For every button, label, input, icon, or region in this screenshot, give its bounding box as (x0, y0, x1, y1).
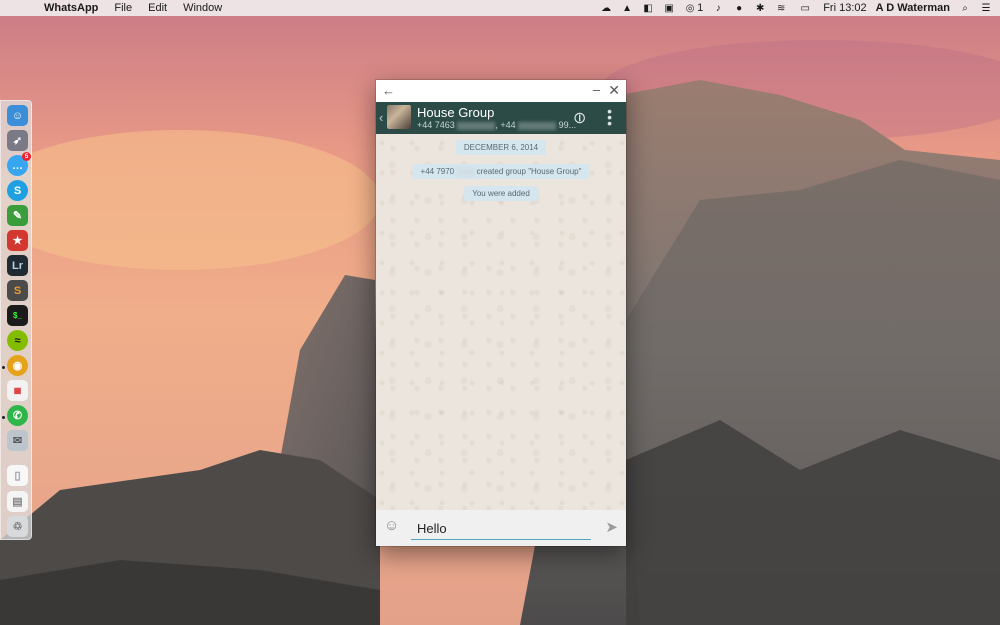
spotlight-search-icon[interactable]: ⌕ (959, 2, 971, 14)
chat-header[interactable]: ‹ House Group +44 7463 , +44 99... ⊘ • • • (376, 102, 626, 134)
notification-indicator[interactable]: ◎ 1 (684, 2, 704, 14)
whatsapp-window: ← – ✕ ‹ House Group +44 7463 , +44 99...… (376, 80, 626, 546)
send-icon[interactable]: ➤ (605, 518, 618, 536)
chat-bubble-icon[interactable]: ● (733, 2, 745, 14)
redacted-number (457, 121, 496, 130)
group-created-message: +44 7970 created group "House Group" (412, 164, 590, 179)
cloud-icon[interactable]: ☁ (600, 2, 612, 14)
notification-count: 1 (697, 2, 704, 14)
back-arrow-icon[interactable]: ← (382, 83, 395, 98)
message-composer: ☺ ➤ (376, 510, 626, 546)
dock-trash-icon[interactable]: ♲ (7, 516, 28, 537)
redacted-number (518, 121, 557, 130)
status-area: ☁ ▲ ◧ ▣ ◎ 1 ♪ ● ✱ ≋ ▭ Fri 13:02 A D Wate… (600, 0, 992, 16)
dock-running-indicator (2, 416, 5, 419)
participants-list: +44 7463 , +44 99... (417, 120, 577, 130)
dock-fantastical-icon[interactable]: ▦ (7, 380, 28, 401)
minimize-icon[interactable]: – (593, 82, 600, 97)
menu-edit[interactable]: Edit (148, 2, 167, 14)
dock: ☺ ➶ … 5 S ✎ ★ Lr S $_ ≈ ◉ ▦ ✆ ✉ ▯ ▤ ♲ (0, 100, 32, 540)
group-name[interactable]: House Group (417, 105, 494, 120)
dock-spotify-icon[interactable]: ≈ (7, 330, 28, 351)
close-icon[interactable]: ✕ (608, 82, 620, 99)
bell-icon[interactable]: ♪ (712, 2, 724, 14)
dock-evernote-icon[interactable]: ✎ (7, 205, 28, 226)
date-divider: DECEMBER 6, 2014 (455, 140, 547, 155)
dock-document-icon[interactable]: ▯ (7, 465, 28, 486)
dock-lightroom-icon[interactable]: Lr (7, 255, 28, 276)
chevron-left-icon[interactable]: ‹ (379, 110, 383, 125)
message-input[interactable] (411, 518, 591, 540)
clock[interactable]: Fri 13:02 (823, 2, 866, 14)
wifi-icon[interactable]: ≋ (775, 2, 787, 14)
dock-finder-icon[interactable]: ☺ (7, 105, 28, 126)
dock-whatsapp-icon[interactable]: ✆ (7, 405, 28, 426)
emoji-icon[interactable]: ☺ (384, 517, 399, 534)
battery-icon[interactable]: ▭ (796, 2, 814, 14)
dock-mail-icon[interactable]: ✉ (7, 430, 28, 451)
flame-icon[interactable]: ▲ (621, 2, 633, 14)
participant-2: +44 (500, 120, 516, 130)
dock-messages-icon[interactable]: … 5 (7, 152, 31, 176)
group-avatar[interactable] (387, 105, 411, 129)
dock-downloads-icon[interactable]: ▤ (7, 491, 28, 512)
dock-launchpad-icon[interactable]: ➶ (7, 130, 28, 151)
window-titlebar[interactable]: ← – ✕ (376, 80, 626, 102)
menu-bar: WhatsApp File Edit Window ☁ ▲ ◧ ▣ ◎ 1 ♪ … (0, 0, 1000, 16)
chat-messages[interactable]: DECEMBER 6, 2014 +44 7970 created group … (376, 134, 626, 510)
created-text: created group "House Group" (476, 167, 582, 176)
menu-app-name[interactable]: WhatsApp (44, 2, 98, 14)
notification-icon: ◎ (685, 2, 695, 14)
user-name[interactable]: A D Waterman (876, 2, 950, 14)
evernote-helper-icon[interactable]: ◧ (642, 2, 654, 14)
dock-terminal-icon[interactable]: $_ (7, 305, 28, 326)
menu-file[interactable]: File (114, 2, 132, 14)
creator-number: +44 7970 (420, 167, 455, 176)
menu-window[interactable]: Window (183, 2, 222, 14)
dock-running-indicator (2, 366, 5, 369)
messages-badge: 5 (22, 152, 31, 161)
clipboard-icon[interactable]: ▣ (663, 2, 675, 14)
dock-skype-icon[interactable]: S (7, 180, 28, 201)
participant-1: +44 7463 (417, 120, 455, 130)
dock-sublime-text-icon[interactable]: S (7, 280, 28, 301)
notification-center-icon[interactable]: ☰ (980, 2, 992, 14)
dock-wunderlist-icon[interactable]: ★ (7, 230, 28, 251)
bluetooth-icon[interactable]: ✱ (754, 2, 766, 14)
added-message: You were added (464, 186, 538, 201)
dock-chrome-icon[interactable]: ◉ (7, 355, 28, 376)
redacted-number (456, 167, 475, 176)
more-options-icon[interactable]: • • • (607, 104, 612, 130)
